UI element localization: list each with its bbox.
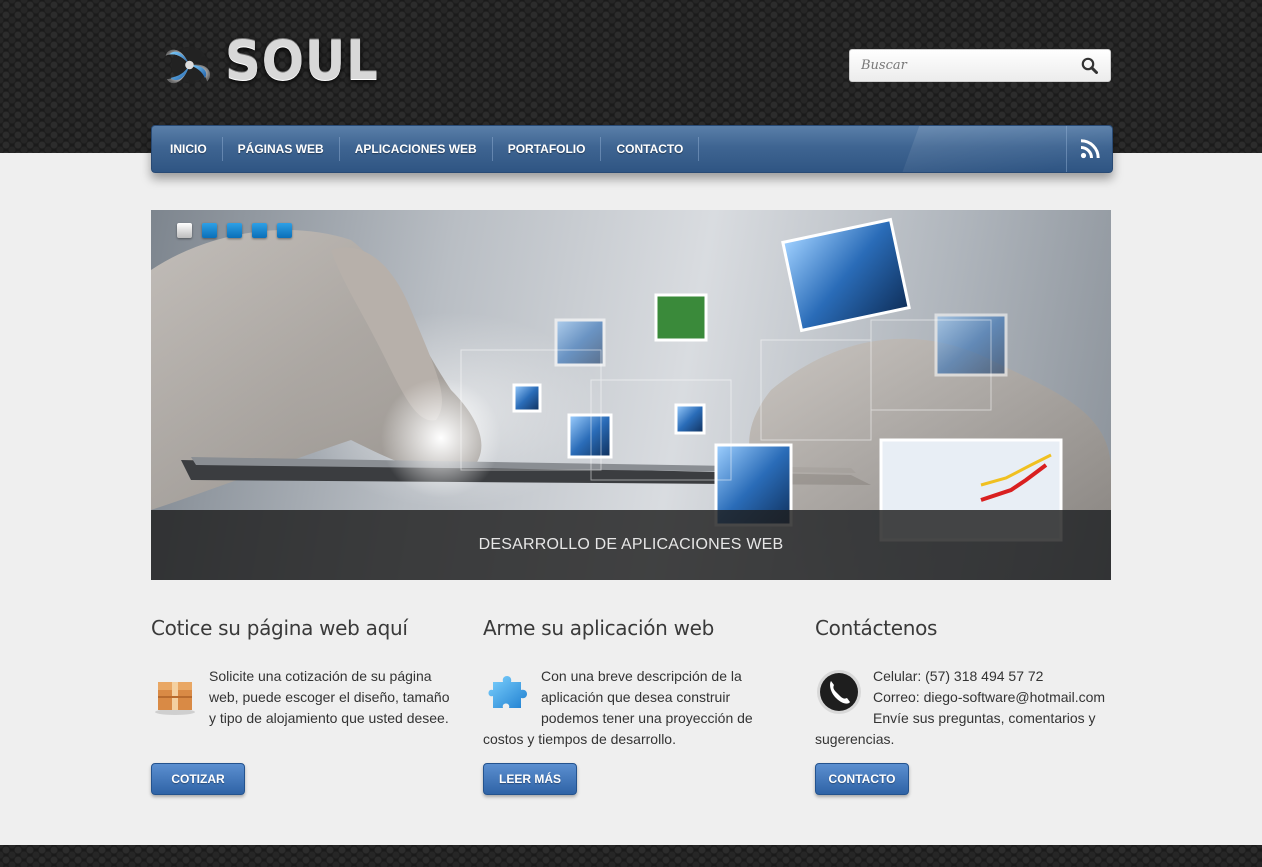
puzzle-icon	[488, 676, 527, 708]
box-icon-wrapper	[151, 666, 209, 716]
nav-item-inicio[interactable]: INICIO	[152, 137, 223, 161]
nav-item-contacto[interactable]: CONTACTO	[601, 137, 700, 161]
soul-logo-icon	[165, 46, 211, 84]
cotizar-button[interactable]: COTIZAR	[151, 763, 245, 795]
app-body: Con una breve descripción de la aplicaci…	[483, 666, 783, 750]
phone-icon-wrapper	[815, 666, 873, 716]
slider-caption: DESARROLLO DE APLICACIONES WEB	[151, 510, 1111, 580]
site-logo[interactable]: SOUL	[162, 18, 392, 112]
slider-pagination	[177, 223, 292, 238]
puzzle-icon-wrapper	[483, 666, 541, 716]
nav-item-portafolio[interactable]: PORTAFOLIO	[493, 137, 602, 161]
leer-mas-button[interactable]: LEER MÁS	[483, 763, 577, 795]
quote-title: Cotice su página web aquí	[151, 616, 408, 640]
slider-dot-1[interactable]	[177, 223, 192, 238]
app-title: Arme su aplicación web	[483, 616, 715, 640]
quote-body: Solicite una cotización de su página web…	[151, 666, 451, 750]
nav-item-aplicaciones-web[interactable]: APLICACIONES WEB	[340, 137, 493, 161]
search-icon	[1081, 57, 1098, 74]
contacto-button[interactable]: CONTACTO	[815, 763, 909, 795]
search-input[interactable]	[850, 50, 1070, 81]
slider-dot-5[interactable]	[277, 223, 292, 238]
slider-dot-4[interactable]	[252, 223, 267, 238]
slider-dot-2[interactable]	[202, 223, 217, 238]
search-box	[849, 49, 1111, 82]
search-button[interactable]	[1070, 50, 1108, 81]
nav-item-paginas-web[interactable]: PÁGINAS WEB	[223, 137, 340, 161]
quote-section: Cotice su página web aquí Solicite una c…	[151, 616, 451, 750]
main-nav: INICIO PÁGINAS WEB APLICACIONES WEB PORT…	[151, 125, 1113, 173]
contact-title: Contáctenos	[815, 616, 938, 640]
slider-dot-3[interactable]	[227, 223, 242, 238]
phone-icon	[817, 670, 861, 714]
app-section: Arme su aplicación web Con una breve des…	[483, 616, 783, 750]
logo-text: SOUL	[224, 28, 379, 92]
contact-body: Celular: (57) 318 494 57 72 Correo: dieg…	[815, 666, 1115, 750]
footer-background	[0, 845, 1262, 867]
quote-text: Solicite una cotización de su página web…	[209, 668, 450, 726]
box-icon	[155, 682, 195, 715]
rss-icon	[1080, 139, 1100, 159]
contact-section: Contáctenos Celular: (57) 318 494 57 72 …	[815, 616, 1115, 750]
rss-button[interactable]	[1066, 126, 1112, 172]
hero-slider: DESARROLLO DE APLICACIONES WEB	[151, 210, 1111, 580]
